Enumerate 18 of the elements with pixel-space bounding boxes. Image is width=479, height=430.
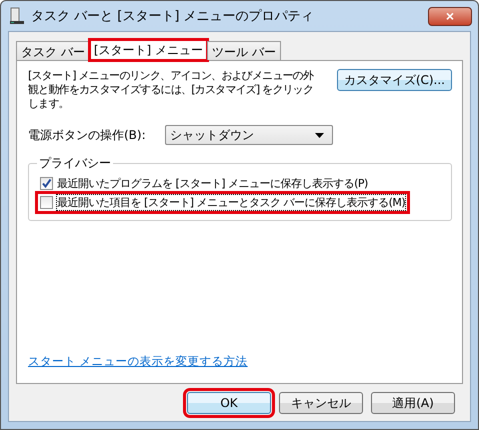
tab[interactable]: ツール バー xyxy=(207,41,281,60)
dropdown-arrow-icon xyxy=(315,132,324,138)
window-title: タスク バーと [スタート] メニューのプロパティ xyxy=(31,8,315,25)
taskbar-icon xyxy=(9,7,25,25)
checkbox-option[interactable]: 最近開いた項目を [スタート] メニューとタスク バーに保存し表示する(M) xyxy=(37,193,408,212)
power-action-dropdown[interactable]: シャットダウン xyxy=(165,125,333,145)
dialog-button[interactable]: キャンセル xyxy=(279,392,363,414)
description-text: [スタート] メニューのリンク、アイコン、およびメニューの外観と動作をカスタマイズするには、[カスタマイズ] をクリックします。 xyxy=(28,69,315,111)
group-title: プライバシー xyxy=(38,155,112,172)
checkbox[interactable] xyxy=(40,196,53,209)
tab[interactable]: [スタート] メニュー xyxy=(88,39,208,61)
checkbox[interactable] xyxy=(40,177,53,190)
power-button-label: 電源ボタンの操作(B): xyxy=(28,126,147,144)
help-link[interactable]: スタート メニューの表示を変更する方法 xyxy=(28,354,248,369)
customize-button[interactable]: カスタマイズ(C)... xyxy=(336,69,452,91)
tab[interactable]: タスク バー xyxy=(16,41,90,60)
checkbox-option[interactable]: 最近開いたプログラムを [スタート] メニューに保存し表示する(P) xyxy=(37,174,371,193)
dialog-button[interactable]: 適用(A) xyxy=(371,392,455,414)
